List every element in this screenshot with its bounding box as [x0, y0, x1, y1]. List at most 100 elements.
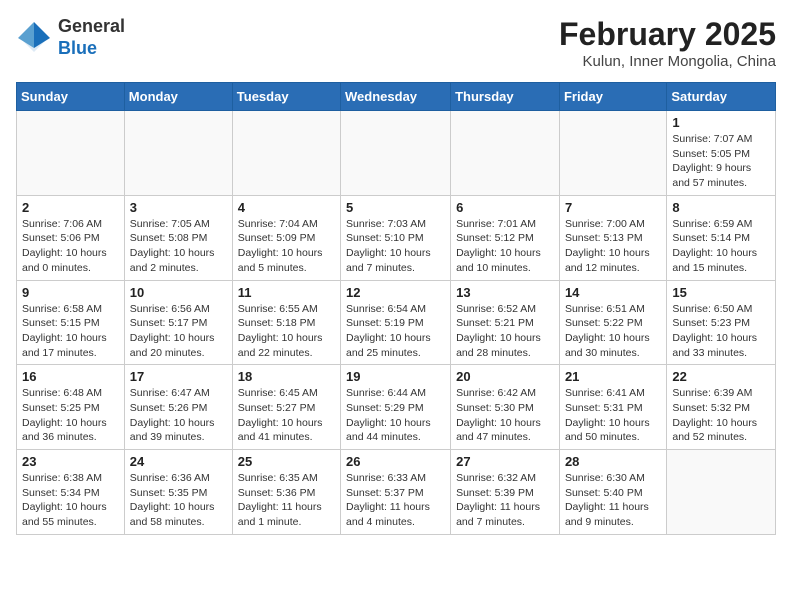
logo-icon [16, 20, 52, 56]
calendar-day: 28 Sunrise: 6:30 AM Sunset: 5:40 PM Dayli… [559, 450, 666, 535]
calendar-day: 13 Sunrise: 6:52 AM Sunset: 5:21 PM Dayli… [451, 280, 560, 365]
calendar-week-1: 1 Sunrise: 7:07 AM Sunset: 5:05 PM Daylig… [17, 111, 776, 196]
calendar-week-4: 16Sunrise: 6:48 AM Sunset: 5:25 PM Dayli… [17, 365, 776, 450]
day-info: Sunrise: 6:30 AM Sunset: 5:40 PM Dayligh… [565, 471, 661, 530]
day-info: Sunrise: 7:04 AM Sunset: 5:09 PM Dayligh… [238, 217, 335, 276]
calendar-day: 4 Sunrise: 7:04 AM Sunset: 5:09 PM Daylig… [232, 195, 340, 280]
day-info: Sunrise: 6:47 AM Sunset: 5:26 PM Dayligh… [130, 386, 227, 445]
month-year-title: February 2025 [559, 16, 776, 53]
day-number: 6 [456, 200, 554, 215]
day-info: Sunrise: 6:51 AM Sunset: 5:22 PM Dayligh… [565, 302, 661, 361]
day-number: 11 [238, 285, 335, 300]
day-info: Sunrise: 6:50 AM Sunset: 5:23 PM Dayligh… [672, 302, 770, 361]
day-number: 4 [238, 200, 335, 215]
logo-general-text: General [58, 16, 125, 36]
calendar-day: 23 Sunrise: 6:38 AM Sunset: 5:34 PM Dayli… [17, 450, 125, 535]
location-subtitle: Kulun, Inner Mongolia, China [559, 53, 776, 70]
day-number: 19 [346, 369, 445, 384]
logo-text: General Blue [58, 16, 125, 59]
calendar-day: 7 Sunrise: 7:00 AM Sunset: 5:13 PM Daylig… [559, 195, 666, 280]
day-info: Sunrise: 6:55 AM Sunset: 5:18 PM Dayligh… [238, 302, 335, 361]
day-number: 27 [456, 454, 554, 469]
day-number: 17 [130, 369, 227, 384]
calendar-day: 24Sunrise: 6:36 AM Sunset: 5:35 PM Dayli… [124, 450, 232, 535]
calendar-day [232, 111, 340, 196]
weekday-header-tuesday: Tuesday [232, 83, 340, 111]
calendar-table: SundayMondayTuesdayWednesdayThursdayFrid… [16, 82, 776, 535]
day-info: Sunrise: 6:59 AM Sunset: 5:14 PM Dayligh… [672, 217, 770, 276]
day-info: Sunrise: 6:32 AM Sunset: 5:39 PM Dayligh… [456, 471, 554, 530]
day-number: 1 [672, 115, 770, 130]
calendar-week-3: 9 Sunrise: 6:58 AM Sunset: 5:15 PM Daylig… [17, 280, 776, 365]
weekday-header-sunday: Sunday [17, 83, 125, 111]
calendar-day: 15 Sunrise: 6:50 AM Sunset: 5:23 PM Dayli… [667, 280, 776, 365]
day-number: 28 [565, 454, 661, 469]
day-info: Sunrise: 6:56 AM Sunset: 5:17 PM Dayligh… [130, 302, 227, 361]
weekday-header-monday: Monday [124, 83, 232, 111]
weekday-header-friday: Friday [559, 83, 666, 111]
day-number: 9 [22, 285, 119, 300]
day-number: 24 [130, 454, 227, 469]
calendar-day: 5 Sunrise: 7:03 AM Sunset: 5:10 PM Daylig… [341, 195, 451, 280]
day-info: Sunrise: 6:45 AM Sunset: 5:27 PM Dayligh… [238, 386, 335, 445]
day-number: 5 [346, 200, 445, 215]
weekday-header-thursday: Thursday [451, 83, 560, 111]
calendar-day: 22Sunrise: 6:39 AM Sunset: 5:32 PM Dayli… [667, 365, 776, 450]
day-info: Sunrise: 7:03 AM Sunset: 5:10 PM Dayligh… [346, 217, 445, 276]
calendar-day [341, 111, 451, 196]
day-info: Sunrise: 6:52 AM Sunset: 5:21 PM Dayligh… [456, 302, 554, 361]
calendar-day: 17 Sunrise: 6:47 AM Sunset: 5:26 PM Dayli… [124, 365, 232, 450]
calendar-day [559, 111, 666, 196]
logo: General Blue [16, 16, 125, 59]
day-info: Sunrise: 6:48 AM Sunset: 5:25 PM Dayligh… [22, 386, 119, 445]
calendar-week-5: 23 Sunrise: 6:38 AM Sunset: 5:34 PM Dayli… [17, 450, 776, 535]
calendar-week-2: 2Sunrise: 7:06 AM Sunset: 5:06 PM Daylig… [17, 195, 776, 280]
logo-blue-text: Blue [58, 38, 97, 58]
calendar-day: 14 Sunrise: 6:51 AM Sunset: 5:22 PM Dayli… [559, 280, 666, 365]
day-info: Sunrise: 6:58 AM Sunset: 5:15 PM Dayligh… [22, 302, 119, 361]
day-info: Sunrise: 7:07 AM Sunset: 5:05 PM Dayligh… [672, 132, 770, 191]
day-info: Sunrise: 7:00 AM Sunset: 5:13 PM Dayligh… [565, 217, 661, 276]
title-block: February 2025 Kulun, Inner Mongolia, Chi… [559, 16, 776, 70]
calendar-day: 8Sunrise: 6:59 AM Sunset: 5:14 PM Daylig… [667, 195, 776, 280]
day-number: 15 [672, 285, 770, 300]
day-info: Sunrise: 6:38 AM Sunset: 5:34 PM Dayligh… [22, 471, 119, 530]
day-info: Sunrise: 6:42 AM Sunset: 5:30 PM Dayligh… [456, 386, 554, 445]
day-info: Sunrise: 7:05 AM Sunset: 5:08 PM Dayligh… [130, 217, 227, 276]
day-number: 21 [565, 369, 661, 384]
calendar-day [17, 111, 125, 196]
day-number: 26 [346, 454, 445, 469]
day-number: 13 [456, 285, 554, 300]
calendar-day: 6 Sunrise: 7:01 AM Sunset: 5:12 PM Daylig… [451, 195, 560, 280]
day-info: Sunrise: 6:39 AM Sunset: 5:32 PM Dayligh… [672, 386, 770, 445]
calendar-day: 16Sunrise: 6:48 AM Sunset: 5:25 PM Dayli… [17, 365, 125, 450]
day-number: 7 [565, 200, 661, 215]
day-number: 10 [130, 285, 227, 300]
day-info: Sunrise: 6:44 AM Sunset: 5:29 PM Dayligh… [346, 386, 445, 445]
calendar-day: 20 Sunrise: 6:42 AM Sunset: 5:30 PM Dayli… [451, 365, 560, 450]
calendar-day [124, 111, 232, 196]
calendar-day: 27 Sunrise: 6:32 AM Sunset: 5:39 PM Dayli… [451, 450, 560, 535]
calendar-day: 2Sunrise: 7:06 AM Sunset: 5:06 PM Daylig… [17, 195, 125, 280]
day-number: 25 [238, 454, 335, 469]
calendar-day: 18 Sunrise: 6:45 AM Sunset: 5:27 PM Dayli… [232, 365, 340, 450]
calendar-day [667, 450, 776, 535]
day-info: Sunrise: 7:01 AM Sunset: 5:12 PM Dayligh… [456, 217, 554, 276]
day-number: 2 [22, 200, 119, 215]
calendar-day: 25 Sunrise: 6:35 AM Sunset: 5:36 PM Dayli… [232, 450, 340, 535]
calendar-day: 10 Sunrise: 6:56 AM Sunset: 5:17 PM Dayli… [124, 280, 232, 365]
calendar-header-row: SundayMondayTuesdayWednesdayThursdayFrid… [17, 83, 776, 111]
day-number: 12 [346, 285, 445, 300]
day-number: 23 [22, 454, 119, 469]
day-number: 14 [565, 285, 661, 300]
calendar-day: 19 Sunrise: 6:44 AM Sunset: 5:29 PM Dayli… [341, 365, 451, 450]
weekday-header-saturday: Saturday [667, 83, 776, 111]
day-info: Sunrise: 6:35 AM Sunset: 5:36 PM Dayligh… [238, 471, 335, 530]
calendar-day: 11 Sunrise: 6:55 AM Sunset: 5:18 PM Dayli… [232, 280, 340, 365]
calendar-day: 21Sunrise: 6:41 AM Sunset: 5:31 PM Dayli… [559, 365, 666, 450]
day-number: 20 [456, 369, 554, 384]
day-number: 18 [238, 369, 335, 384]
calendar-day [451, 111, 560, 196]
calendar-day: 12Sunrise: 6:54 AM Sunset: 5:19 PM Dayli… [341, 280, 451, 365]
calendar-day: 3Sunrise: 7:05 AM Sunset: 5:08 PM Daylig… [124, 195, 232, 280]
